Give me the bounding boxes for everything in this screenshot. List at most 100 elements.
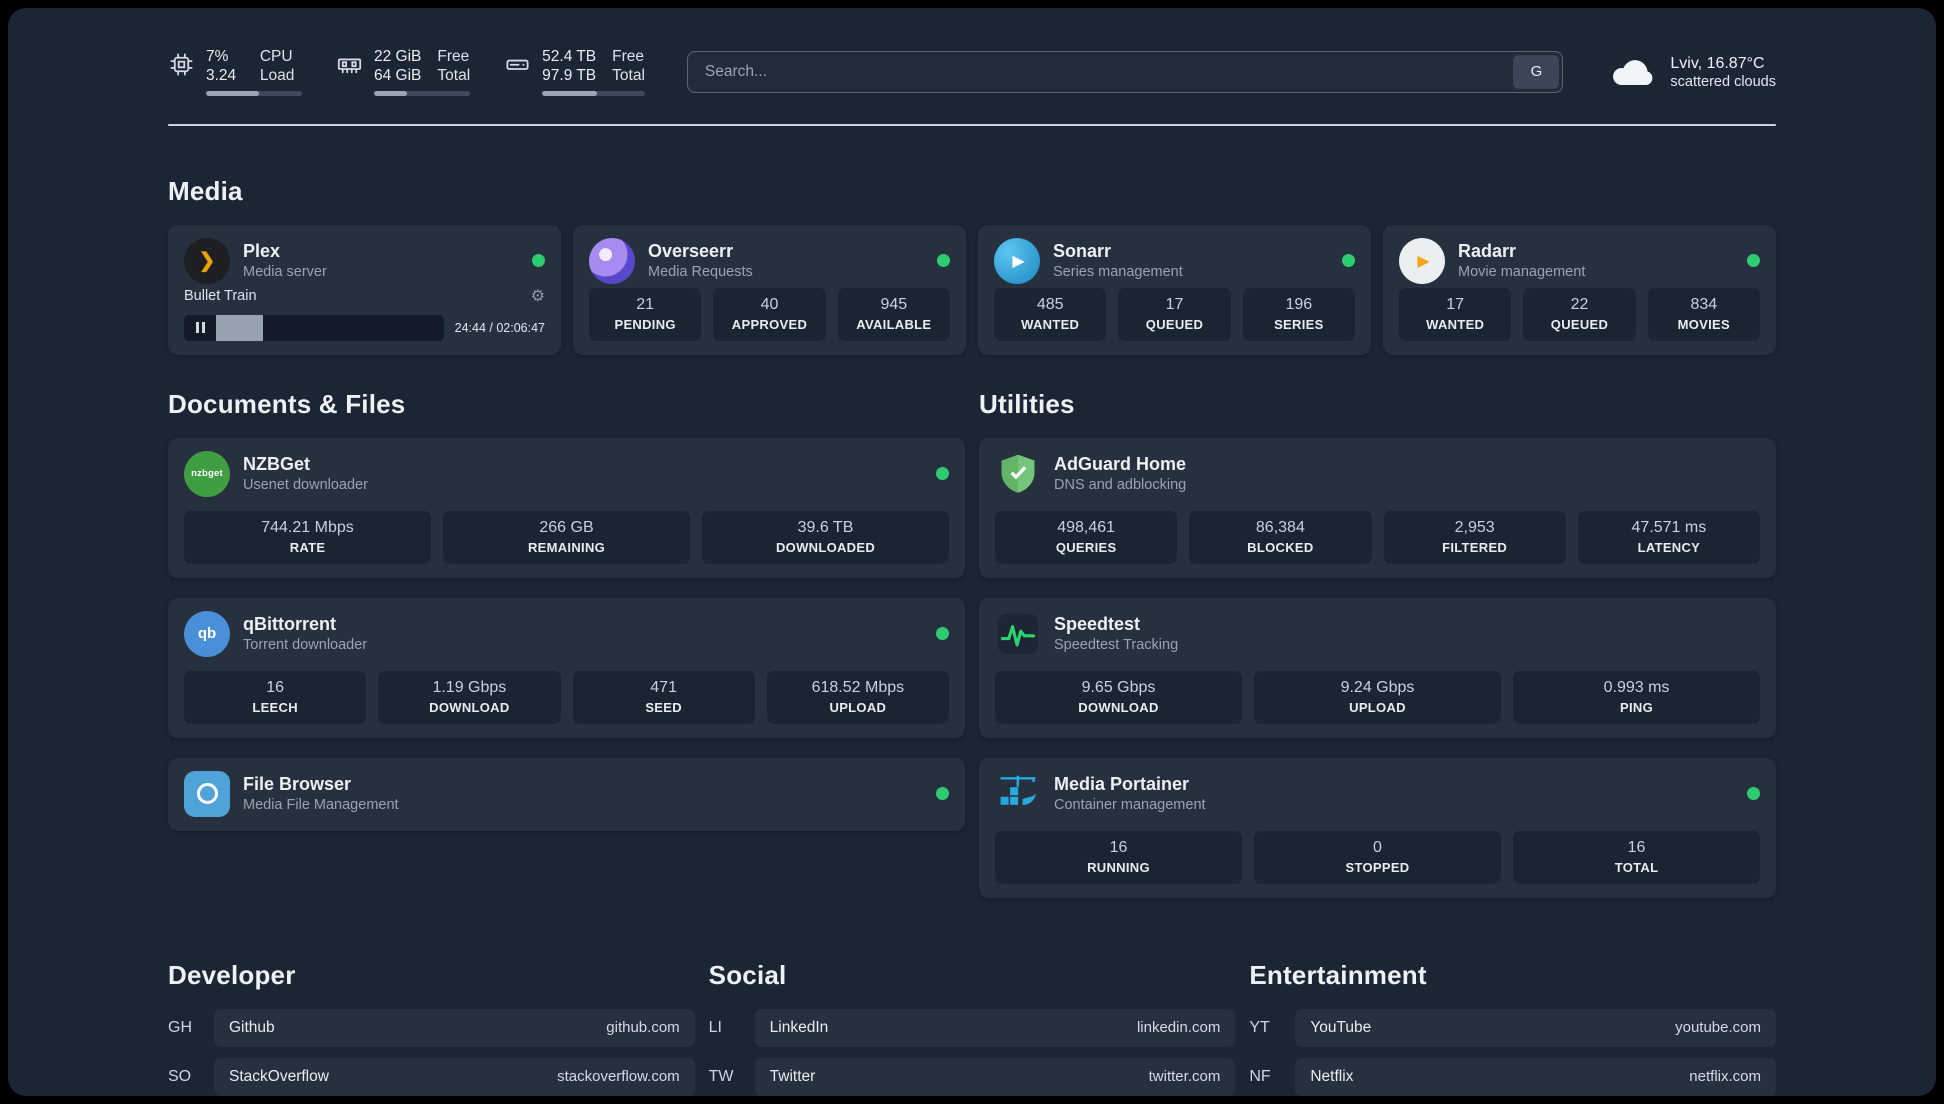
app-card-plex[interactable]: ❯ Plex Media server Bullet Train ⚙ 24:44… — [168, 224, 561, 355]
weather-condition: scattered clouds — [1670, 73, 1776, 90]
app-card-qbittorrent[interactable]: qb qBittorrent Torrent downloader 16 LEE… — [168, 597, 965, 738]
app-subtitle: DNS and adblocking — [1054, 477, 1187, 494]
bookmark-twitter[interactable]: Twitter twitter.com — [754, 1057, 1236, 1096]
memory-progress-fill — [374, 90, 407, 96]
bookmark-row: TW Twitter twitter.com — [709, 1057, 1236, 1096]
stat-value: 16 — [1109, 838, 1128, 856]
filebrowser-icon — [184, 770, 230, 817]
search-input[interactable] — [690, 62, 1514, 81]
app-name: AdGuard Home — [1054, 453, 1187, 474]
stat-label: PING — [1620, 699, 1653, 715]
search-engine-button[interactable]: G — [1513, 54, 1560, 89]
disk-progress-fill — [542, 90, 597, 96]
system-widgets: 7% CPU 3.24 Load 22 GiB Free 64 GiB Tota… — [168, 48, 645, 96]
settings-gear-icon[interactable]: ⚙ — [531, 286, 545, 306]
stat-value: 16 — [266, 678, 285, 696]
app-subtitle: Usenet downloader — [243, 477, 368, 494]
stat-label: UPLOAD — [1349, 699, 1406, 715]
bookmark-url: netflix.com — [1689, 1068, 1761, 1086]
stat-label: QUEUED — [1145, 316, 1204, 332]
stat-label: QUERIES — [1055, 539, 1117, 555]
memory-widget: 22 GiB Free 64 GiB Total — [336, 48, 471, 96]
bookmark-youtube[interactable]: YouTube youtube.com — [1295, 1008, 1776, 1047]
section-utilities: Utilities AdGuard Home DNS and adblockin… — [979, 389, 1776, 898]
stat-value: 17 — [1165, 295, 1184, 313]
stat-running: 16 RUNNING — [995, 830, 1242, 884]
stat-available: 945 AVAILABLE — [837, 287, 950, 341]
status-online-dot — [532, 254, 545, 268]
stat-value: 47.571 ms — [1631, 518, 1707, 536]
stat-value: 744.21 Mbps — [261, 518, 354, 536]
section-media: Media ❯ Plex Media server Bullet Train ⚙… — [168, 176, 1776, 355]
app-card-overseerr[interactable]: Overseerr Media Requests 21 PENDING 40 A… — [573, 224, 966, 355]
app-card-speedtest[interactable]: Speedtest Speedtest Tracking 9.65 Gbps D… — [979, 597, 1776, 738]
weather-widget: Lviv, 16.87°C scattered clouds — [1609, 54, 1776, 90]
plex-icon: ❯ — [184, 237, 230, 284]
stat-value: 0 — [1373, 838, 1382, 856]
bookmark-abbr: GH — [168, 1018, 192, 1036]
bookmark-netflix[interactable]: Netflix netflix.com — [1295, 1057, 1776, 1096]
hard-drive-icon — [504, 51, 531, 78]
stat-label: TOTAL — [1614, 859, 1659, 875]
app-name: File Browser — [243, 773, 352, 794]
disk-total-label: Total — [612, 66, 645, 84]
stat-value: 498,461 — [1057, 518, 1116, 536]
stat-label: RUNNING — [1087, 859, 1150, 875]
cpu-load-label: Load — [259, 66, 295, 84]
adguard-shield-icon — [995, 451, 1041, 497]
section-entertainment: Entertainment YT YouTube youtube.com NF … — [1249, 960, 1776, 1096]
stat-download: 9.65 Gbps DOWNLOAD — [995, 670, 1242, 724]
stat-label: DOWNLOADED — [775, 539, 876, 555]
stat-ping: 0.993 ms PING — [1513, 670, 1760, 724]
plex-chevron-glyph: ❯ — [198, 250, 216, 273]
cpu-widget: 7% CPU 3.24 Load — [168, 48, 302, 96]
seek-progress-fill — [216, 314, 263, 341]
bookmark-name: Github — [229, 1018, 275, 1036]
stat-value: 1.19 Gbps — [432, 678, 507, 696]
app-card-radarr[interactable]: ▶ Radarr Movie management 17 WANTED 22 Q… — [1383, 224, 1776, 355]
stat-label: SEED — [645, 699, 682, 715]
stat-value: 16 — [1627, 838, 1646, 856]
app-name: Media Portainer — [1054, 773, 1190, 794]
app-card-filebrowser[interactable]: File Browser Media File Management — [168, 757, 965, 831]
pause-button[interactable] — [184, 315, 216, 341]
stat-label: LATENCY — [1637, 539, 1701, 555]
memory-progress-track — [374, 90, 471, 96]
bookmark-linkedin[interactable]: LinkedIn linkedin.com — [754, 1008, 1236, 1047]
stat-wanted: 485 WANTED — [994, 287, 1107, 341]
bookmark-name: Netflix — [1310, 1067, 1354, 1085]
stat-download: 1.19 Gbps DOWNLOAD — [378, 670, 561, 724]
app-name: NZBGet — [243, 453, 310, 474]
disk-free-label: Free — [612, 48, 645, 65]
app-card-adguard[interactable]: AdGuard Home DNS and adblocking 498,461 … — [979, 437, 1776, 578]
stat-queued: 22 QUEUED — [1523, 287, 1636, 341]
bookmark-row: NF Netflix netflix.com — [1249, 1057, 1776, 1096]
cpu-load-value: 3.24 — [206, 66, 237, 84]
stat-label: RATE — [289, 539, 326, 555]
app-card-portainer[interactable]: Media Portainer Container management 16 … — [979, 757, 1776, 898]
stat-value: 2,953 — [1454, 518, 1495, 536]
seek-bar[interactable] — [184, 314, 444, 341]
app-subtitle: Torrent downloader — [243, 637, 368, 654]
cpu-label: CPU — [259, 48, 293, 65]
bookmark-name: StackOverflow — [229, 1067, 329, 1085]
bookmark-name: YouTube — [1310, 1018, 1372, 1036]
app-subtitle: Series management — [1053, 264, 1183, 281]
bookmark-stackoverflow[interactable]: StackOverflow stackoverflow.com — [214, 1057, 695, 1096]
stat-pending: 21 PENDING — [589, 287, 702, 341]
stat-value: 266 GB — [539, 518, 594, 536]
bookmark-abbr: YT — [1249, 1018, 1270, 1036]
bookmark-name: LinkedIn — [769, 1018, 829, 1036]
status-online-dot — [936, 787, 949, 801]
sonarr-icon: ▶ — [994, 237, 1040, 284]
stat-value: 834 — [1690, 295, 1718, 313]
stat-upload: 618.52 Mbps UPLOAD — [766, 670, 949, 724]
app-name: Overseerr — [648, 240, 734, 261]
bookmark-github[interactable]: Github github.com — [214, 1008, 695, 1047]
app-card-sonarr[interactable]: ▶ Sonarr Series management 485 WANTED 17… — [978, 224, 1371, 355]
app-card-nzbget[interactable]: nzbget NZBGet Usenet downloader 744.21 M… — [168, 437, 965, 578]
bookmark-url: youtube.com — [1675, 1019, 1761, 1037]
stat-queries: 498,461 QUERIES — [995, 510, 1178, 564]
stat-value: 471 — [650, 678, 677, 696]
filebrowser-circle-glyph — [196, 783, 218, 805]
